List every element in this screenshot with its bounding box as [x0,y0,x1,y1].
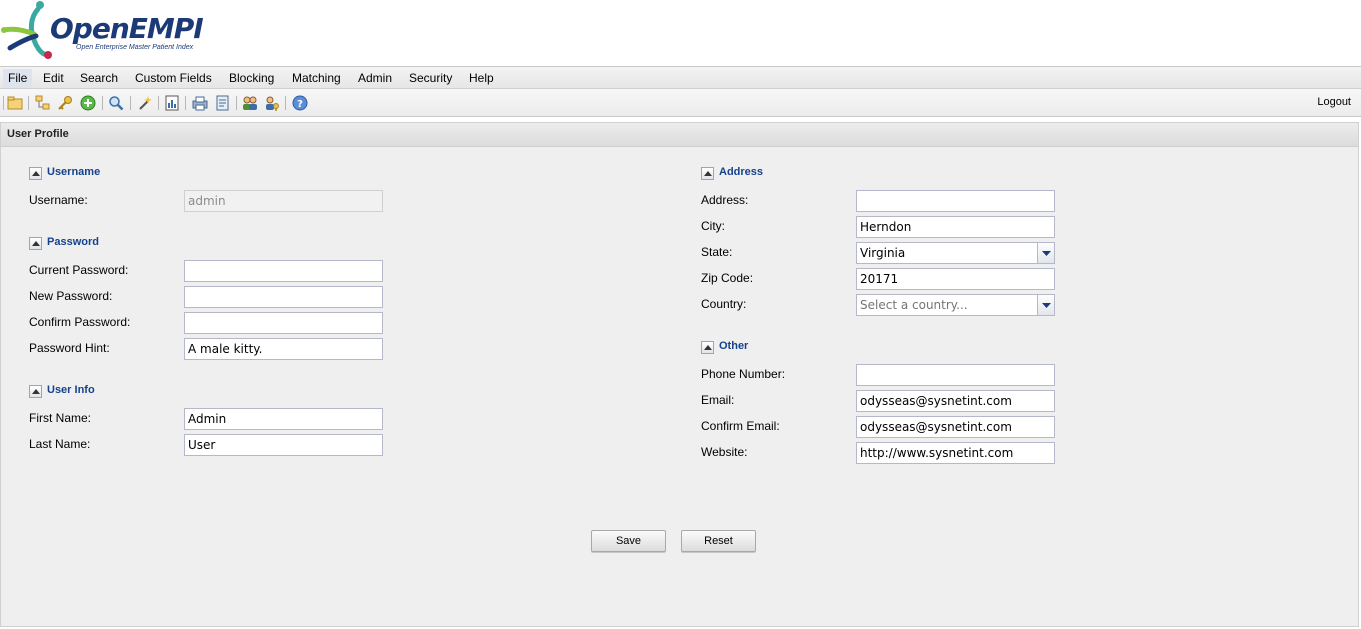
key-icon[interactable] [57,95,73,111]
menu-search[interactable]: Search [75,69,123,88]
reset-button[interactable]: Reset [681,530,756,552]
last-name-field[interactable] [184,434,383,456]
state-select[interactable] [856,242,1055,264]
section-title-address: Address [719,166,764,178]
new-password-label: New Password: [29,289,113,303]
username-field [184,190,383,212]
save-button[interactable]: Save [591,530,666,552]
print-icon[interactable] [192,95,208,111]
toolbar: ? Logout [0,89,1361,117]
logo-title: OpenEMPI [50,12,204,45]
section-username-header: Username [29,166,229,182]
document-icon[interactable] [214,95,230,111]
tree-icon[interactable] [35,95,51,111]
logout-link[interactable]: Logout [1317,96,1351,108]
wand-icon[interactable] [137,95,153,111]
toolbar-separator [285,96,286,110]
toolbar-separator [28,96,29,110]
users-icon[interactable] [242,95,258,111]
confirm-password-field[interactable] [184,312,383,334]
zip-code-label: Zip Code: [701,271,754,285]
collapse-up-icon[interactable] [29,167,42,180]
city-field[interactable] [856,216,1055,238]
user-key-icon[interactable] [264,95,280,111]
confirm-email-field[interactable] [856,416,1055,438]
country-select[interactable] [856,294,1055,316]
first-name-field[interactable] [184,408,383,430]
menu-custom-fields[interactable]: Custom Fields [130,69,217,88]
password-hint-field[interactable] [184,338,383,360]
user-profile-panel: User Profile Username Username: Password… [0,122,1359,627]
collapse-up-icon[interactable] [701,341,714,354]
logo-subtitle: Open Enterprise Master Patient Index [76,44,194,51]
app-header: OpenEMPI Open Enterprise Master Patient … [0,0,1361,66]
add-icon[interactable] [80,95,96,111]
section-title-password: Password [47,236,99,248]
address-label: Address: [701,193,749,207]
section-title-username: Username [47,166,101,178]
toolbar-separator [236,96,237,110]
current-password-field[interactable] [184,260,383,282]
toolbar-separator [3,96,4,110]
help-icon[interactable]: ? [292,95,308,111]
website-label: Website: [701,445,748,459]
new-password-field[interactable] [184,286,383,308]
chevron-down-icon[interactable] [1037,242,1055,264]
toolbar-separator [158,96,159,110]
panel-title: User Profile [7,128,69,140]
confirm-email-label: Confirm Email: [701,419,780,433]
address-field[interactable] [856,190,1055,212]
toolbar-separator [130,96,131,110]
email-field[interactable] [856,390,1055,412]
menu-security[interactable]: Security [404,69,457,88]
country-label: Country: [701,297,747,311]
section-password-header: Password [29,236,229,252]
section-address-header: Address [701,166,901,182]
zip-code-field[interactable] [856,268,1055,290]
email-label: Email: [701,393,735,407]
section-title-other: Other [719,340,749,352]
menu-matching[interactable]: Matching [287,69,346,88]
collapse-up-icon[interactable] [701,167,714,180]
state-label: State: [701,245,733,259]
website-field[interactable] [856,442,1055,464]
open-folder-icon[interactable] [7,95,23,111]
report-icon[interactable] [164,95,180,111]
collapse-up-icon[interactable] [29,237,42,250]
current-password-label: Current Password: [29,263,129,277]
confirm-password-label: Confirm Password: [29,315,131,329]
panel-header: User Profile [1,123,1358,147]
menu-admin[interactable]: Admin [353,69,397,88]
svg-text:?: ? [297,99,303,110]
state-value[interactable] [856,242,1055,264]
phone-number-field[interactable] [856,364,1055,386]
last-name-label: Last Name: [29,437,91,451]
menu-bar: File Edit Search Custom Fields Blocking … [0,66,1361,89]
collapse-up-icon[interactable] [29,385,42,398]
openempi-logo: OpenEMPI Open Enterprise Master Patient … [0,0,204,62]
password-hint-label: Password Hint: [29,341,110,355]
menu-edit[interactable]: Edit [38,69,69,88]
city-label: City: [701,219,725,233]
search-icon[interactable] [108,95,124,111]
first-name-label: First Name: [29,411,92,425]
section-user-info-header: User Info [29,384,229,400]
section-other-header: Other [701,340,901,356]
country-value[interactable] [856,294,1055,316]
username-label: Username: [29,193,88,207]
phone-number-label: Phone Number: [701,367,786,381]
menu-file[interactable]: File [3,69,33,88]
toolbar-separator [102,96,103,110]
menu-help[interactable]: Help [464,69,499,88]
toolbar-separator [185,96,186,110]
chevron-down-icon[interactable] [1037,294,1055,316]
menu-blocking[interactable]: Blocking [224,69,279,88]
section-title-user-info: User Info [47,384,95,396]
